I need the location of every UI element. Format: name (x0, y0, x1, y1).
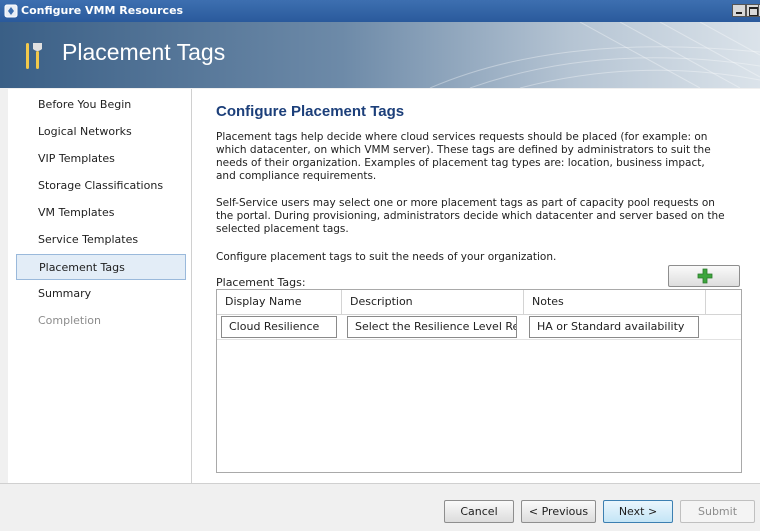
nav-item-vip-templates[interactable]: VIP Templates (16, 146, 186, 172)
previous-button[interactable]: < Previous (521, 500, 596, 523)
display-name-input[interactable]: Cloud Resilience (221, 316, 337, 338)
nav-item-storage-classifications[interactable]: Storage Classifications (16, 173, 186, 199)
row-divider (217, 339, 741, 340)
title-bar: Configure VMM Resources ✕ (0, 0, 760, 22)
placement-tags-label: Placement Tags: (216, 276, 306, 289)
banner-title: Placement Tags (62, 39, 226, 65)
submit-button: Submit (680, 500, 755, 523)
cancel-button[interactable]: Cancel (444, 500, 514, 523)
nav-item-placement-tags[interactable]: Placement Tags (16, 254, 186, 280)
notes-input[interactable]: HA or Standard availability (529, 316, 699, 338)
intro-paragraph: Placement tags help decide where cloud s… (216, 131, 711, 182)
nav-item-before-you-begin[interactable]: Before You Begin (16, 92, 186, 118)
self-service-paragraph: Self-Service users may select one or mor… (216, 197, 725, 235)
grid-header: Display Name Description Notes (217, 290, 741, 315)
nav-item-completion: Completion (38, 314, 102, 327)
nav-item-logical-networks[interactable]: Logical Networks (16, 119, 186, 145)
column-header-display-name[interactable]: Display Name (217, 290, 342, 314)
wizard-footer: Cancel < Previous Next > Submit (0, 483, 760, 531)
content-panel: Configure Placement Tags Placement tags … (192, 89, 760, 483)
placement-tags-grid: Display Name Description Notes Cloud Res… (216, 289, 742, 473)
header-banner: Placement Tags (0, 22, 760, 88)
next-button[interactable]: Next > (603, 500, 673, 523)
column-header-description[interactable]: Description (342, 290, 524, 314)
minimize-button[interactable] (732, 4, 746, 17)
page-title: Configure Placement Tags (216, 103, 405, 120)
tools-icon (26, 43, 42, 69)
nav-item-vm-templates[interactable]: VM Templates (16, 200, 186, 226)
window-title: Configure VMM Resources (21, 4, 184, 17)
wizard-window: Configure VMM Resources ✕ Placement Tags… (0, 0, 760, 531)
nav-item-service-templates[interactable]: Service Templates (16, 227, 186, 253)
nav-item-summary[interactable]: Summary (16, 281, 186, 307)
green-plus-icon (697, 268, 713, 284)
vmm-app-icon (4, 4, 18, 18)
wizard-nav: Before You Begin Logical Networks VIP Te… (8, 89, 192, 483)
add-tag-button[interactable] (668, 265, 740, 287)
description-input[interactable]: Select the Resilience Level Requ (347, 316, 517, 338)
column-header-notes[interactable]: Notes (524, 290, 706, 314)
configure-paragraph: Configure placement tags to suit the nee… (216, 251, 557, 263)
